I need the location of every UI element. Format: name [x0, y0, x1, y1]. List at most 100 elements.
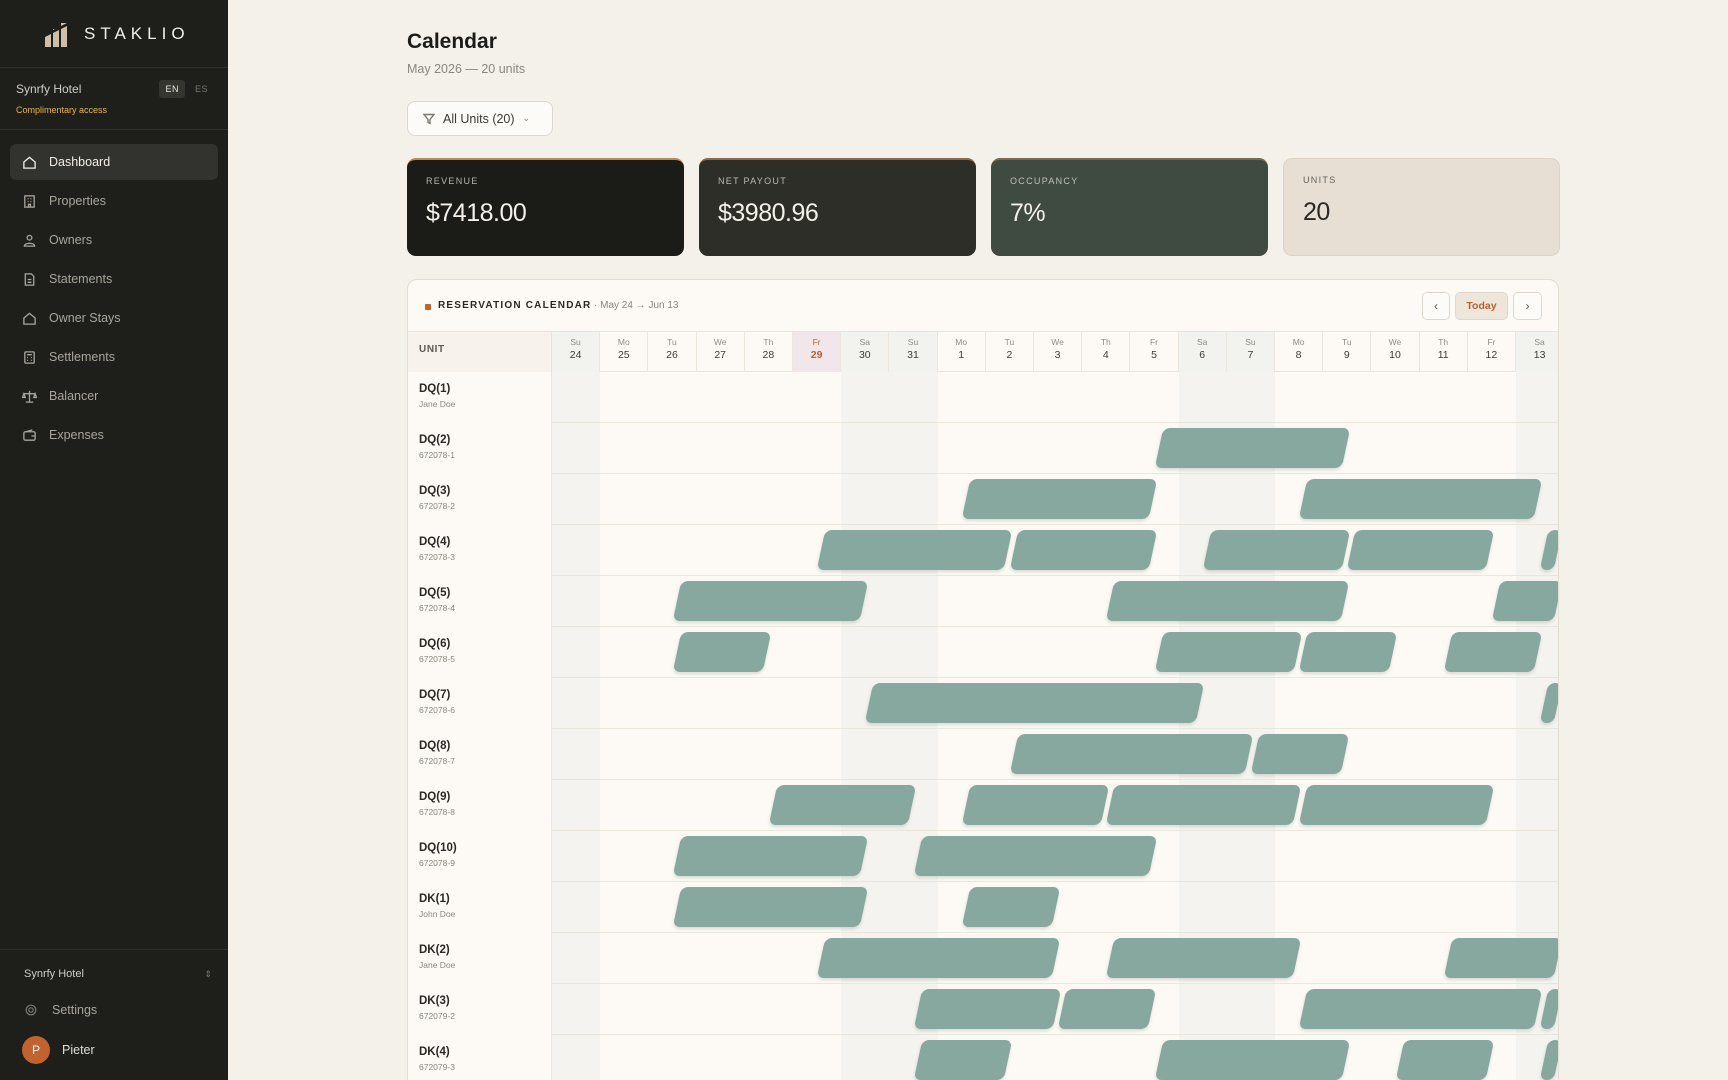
unit-label[interactable]: DQ(8) 672078-7 — [408, 729, 552, 780]
day-number: 12 — [1485, 349, 1498, 361]
unit-name: DQ(6) — [419, 638, 451, 650]
lang-es-button[interactable]: ES — [189, 80, 214, 98]
reservation-bar[interactable] — [1154, 428, 1350, 468]
access-badge: Complimentary access — [16, 105, 108, 115]
reservation-bar[interactable] — [1347, 530, 1495, 570]
unit-label[interactable]: DQ(3) 672078-2 — [408, 474, 552, 525]
unit-label[interactable]: DQ(6) 672078-5 — [408, 627, 552, 678]
unit-label[interactable]: DQ(10) 672078-9 — [408, 831, 552, 882]
reservation-bar[interactable] — [1106, 581, 1350, 621]
sidebar-item-owners[interactable]: Owners — [10, 222, 218, 258]
reservation-bar[interactable] — [1298, 479, 1543, 519]
calendar-row: DQ(9) 672078-8 — [408, 780, 1558, 831]
reservation-bar[interactable] — [913, 836, 1157, 876]
day-number: 8 — [1295, 349, 1302, 361]
sidebar-item-label: Owner Stays — [49, 311, 121, 325]
day-header: Mo 25 — [600, 332, 649, 372]
unit-label[interactable]: DQ(9) 672078-8 — [408, 780, 552, 831]
unit-label[interactable]: DK(3) 672079-2 — [408, 984, 552, 1035]
reservation-bar[interactable] — [672, 581, 868, 621]
reservation-bar[interactable] — [1539, 683, 1558, 723]
page-subtitle: May 2026 — 20 units — [407, 62, 526, 76]
prev-week-button[interactable]: ‹ — [1422, 292, 1450, 320]
reservation-bar[interactable] — [672, 632, 772, 672]
day-header: Su 24 — [552, 332, 601, 372]
calendar-header: RESERVATION CALENDAR · May 24 → Jun 13 ‹… — [408, 280, 1558, 332]
chevron-right-icon: › — [1525, 299, 1530, 313]
unit-label[interactable]: DQ(4) 672078-3 — [408, 525, 552, 576]
reservation-bar[interactable] — [1443, 938, 1558, 978]
unit-label[interactable]: DK(1) John Doe — [408, 882, 552, 933]
hotel-selector[interactable]: Synrfy Hotel ⇕ — [24, 962, 212, 986]
reservation-bar[interactable] — [816, 530, 1013, 570]
reservation-bar[interactable] — [1154, 632, 1302, 672]
reservation-bar[interactable] — [1106, 785, 1302, 825]
next-week-button[interactable]: › — [1513, 292, 1542, 320]
reservation-bar[interactable] — [1106, 938, 1302, 978]
lang-en-button[interactable]: EN — [159, 80, 185, 98]
reservation-bar[interactable] — [1539, 530, 1558, 570]
reservation-bar[interactable] — [1009, 530, 1157, 570]
reservation-bar[interactable] — [1298, 632, 1398, 672]
unit-name: DQ(7) — [419, 689, 451, 701]
unit-label[interactable]: DQ(5) 672078-4 — [408, 576, 552, 627]
reservation-bar[interactable] — [672, 887, 868, 927]
reservation-bar[interactable] — [1539, 1040, 1558, 1080]
unit-filter-dropdown[interactable]: All Units (20) ⌄ — [407, 101, 553, 136]
unit-label[interactable]: DQ(1) Jane Doe — [408, 372, 552, 423]
day-number: 5 — [1151, 349, 1157, 361]
sidebar-item-label: Dashboard — [49, 155, 111, 169]
sidebar-item-dashboard[interactable]: Dashboard — [10, 144, 218, 180]
user-menu[interactable]: P Pieter — [22, 1030, 212, 1070]
reservation-bar[interactable] — [1443, 632, 1543, 672]
sidebar-item-owner-stays[interactable]: Owner Stays — [10, 300, 218, 336]
day-name: Sa — [1534, 337, 1545, 347]
user-name: Pieter — [62, 1043, 95, 1057]
language-toggle: EN ES — [159, 80, 214, 98]
sidebar-item-statements[interactable]: Statements — [10, 261, 218, 297]
reservation-bar[interactable] — [913, 989, 1061, 1029]
unit-label[interactable]: DK(2) Jane Doe — [408, 933, 552, 984]
brand-logo[interactable]: STAKLIO — [0, 0, 228, 68]
org-switcher: Synrfy Hotel Complimentary access EN ES — [0, 68, 228, 130]
reservation-bar[interactable] — [1491, 581, 1558, 621]
sidebar-item-properties[interactable]: Properties — [10, 183, 218, 219]
reservation-bar[interactable] — [816, 938, 1061, 978]
reservation-bar[interactable] — [1250, 734, 1350, 774]
day-name: We — [1388, 337, 1402, 347]
kpi-label: UNITS — [1303, 175, 1337, 185]
today-button[interactable]: Today — [1455, 292, 1508, 320]
reservation-bar[interactable] — [768, 785, 916, 825]
reservation-bar[interactable] — [961, 479, 1157, 519]
reservation-bar[interactable] — [1298, 989, 1543, 1029]
unit-owner: 672078-8 — [419, 807, 455, 817]
reservation-bar[interactable] — [1298, 785, 1495, 825]
reservation-bar[interactable] — [865, 683, 1205, 723]
filter-icon — [423, 113, 435, 125]
sidebar-item-balancer[interactable]: Balancer — [10, 378, 218, 414]
settings-link[interactable]: Settings — [24, 990, 212, 1030]
reservation-bar[interactable] — [1057, 989, 1157, 1029]
reservation-bar[interactable] — [961, 887, 1061, 927]
page-title: Calendar — [407, 30, 497, 53]
calendar-row: DK(1) John Doe — [408, 882, 1558, 933]
day-name: Tu — [667, 337, 677, 347]
sidebar-item-expenses[interactable]: Expenses — [10, 417, 218, 453]
unit-label[interactable]: DQ(7) 672078-6 — [408, 678, 552, 729]
day-header: Mo 1 — [938, 332, 986, 372]
wallet-icon — [23, 428, 36, 441]
reservation-bar[interactable] — [672, 836, 868, 876]
reservation-bar[interactable] — [1009, 734, 1254, 774]
reservation-bar[interactable] — [961, 785, 1109, 825]
reservation-bar[interactable] — [1154, 1040, 1350, 1080]
calendar-row: DQ(5) 672078-4 — [408, 576, 1558, 627]
day-name: Su — [1245, 337, 1256, 347]
reservation-bar[interactable] — [913, 1040, 1013, 1080]
reservation-bar[interactable] — [1539, 989, 1558, 1029]
reservation-bar[interactable] — [1395, 1040, 1495, 1080]
unit-label[interactable]: DK(4) 672079-3 — [408, 1035, 552, 1080]
day-name: Mo — [617, 337, 630, 347]
unit-label[interactable]: DQ(2) 672078-1 — [408, 423, 552, 474]
reservation-bar[interactable] — [1202, 530, 1350, 570]
sidebar-item-settlements[interactable]: Settlements — [10, 339, 218, 375]
